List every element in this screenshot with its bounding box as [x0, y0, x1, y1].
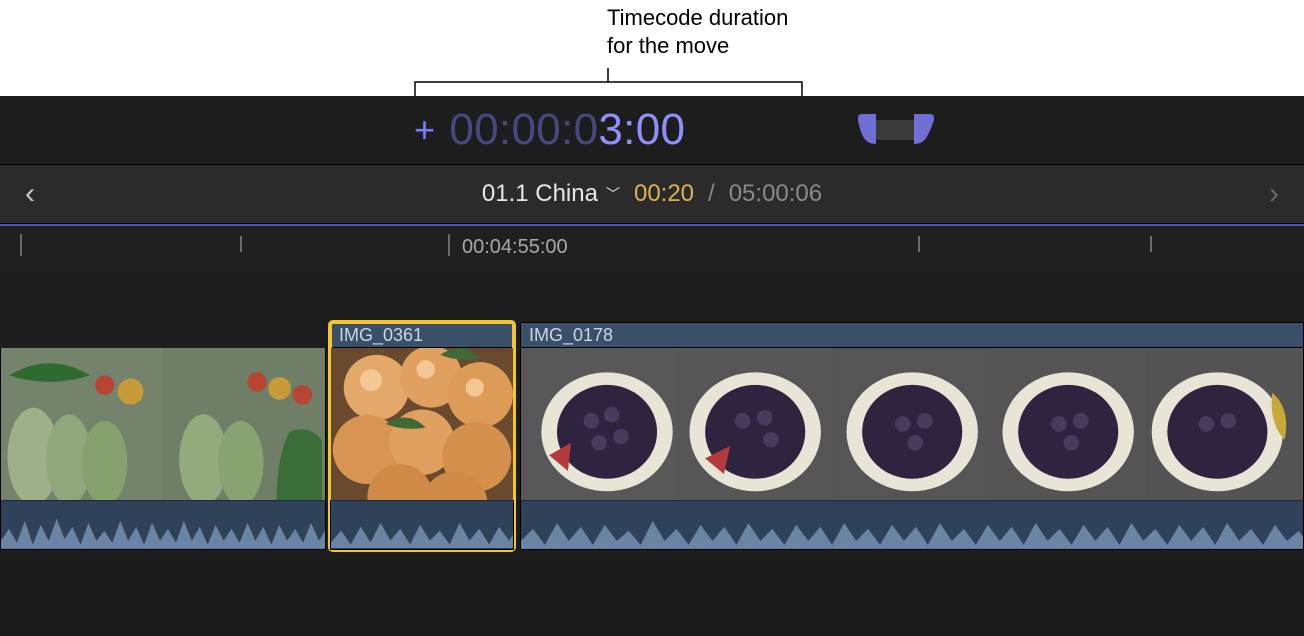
callout-timecode-duration: Timecode duration for the move — [607, 4, 867, 60]
clip-label: IMG_0361 — [330, 322, 514, 348]
clip-filmstrip — [330, 348, 514, 500]
next-edit-button[interactable]: › — [1244, 165, 1304, 223]
clip-img-0178[interactable]: IMG_0178 — [520, 322, 1304, 550]
callout-line2: for the move — [607, 33, 729, 58]
clip-audio-waveform — [0, 500, 326, 550]
project-current-time: 00:20 — [634, 180, 694, 208]
clip-audio-waveform — [520, 500, 1304, 550]
primary-storyline[interactable]: IMG_0361 — [0, 322, 1304, 622]
ruler-time-label: 00:04:55:00 — [462, 236, 568, 259]
timecode-display[interactable]: + 00:00:03:00 — [414, 96, 685, 164]
clip-label: IMG_0178 — [520, 322, 1304, 348]
timecode-sign: + — [414, 109, 435, 151]
project-info-bar: ‹ 01.1 China ﹀ 00:20 / 05:00:06 › — [0, 164, 1304, 224]
project-center: 01.1 China ﹀ 00:20 / 05:00:06 — [0, 180, 1304, 208]
project-total-time: 05:00:06 — [729, 180, 822, 208]
timeline-panel: + 00:00:03:00 ‹ 01.1 China ﹀ — [0, 96, 1304, 628]
callout-line1: Timecode duration — [607, 5, 788, 30]
clip-audio-waveform — [330, 500, 514, 550]
timecode-significant: 3:00 — [598, 105, 685, 155]
clip-unnamed[interactable] — [0, 322, 326, 550]
timeline-ruler[interactable]: 00:04:55:00 — [0, 224, 1304, 274]
clip-filmstrip — [0, 348, 326, 500]
project-separator: / — [708, 180, 715, 208]
clip-img-0361[interactable]: IMG_0361 — [330, 322, 514, 550]
clip-filmstrip — [520, 348, 1304, 500]
skimming-indicator-icon[interactable] — [856, 114, 936, 148]
chevron-down-icon: ﹀ — [606, 184, 620, 204]
project-name-label: 01.1 China — [482, 180, 598, 208]
project-name-dropdown[interactable]: 01.1 China ﹀ — [482, 180, 620, 208]
callout-bracket — [414, 68, 804, 98]
chevron-right-icon: › — [1269, 177, 1279, 211]
timeline-empty-area[interactable] — [0, 556, 1304, 636]
timecode-leading: 00:00:0 — [449, 105, 598, 155]
timecode-bar: + 00:00:03:00 — [0, 96, 1304, 164]
